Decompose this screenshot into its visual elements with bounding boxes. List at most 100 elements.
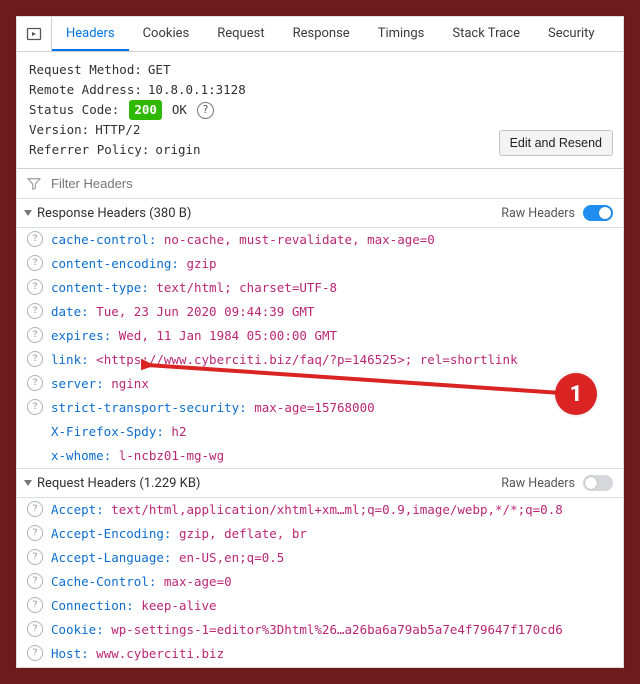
learn-more-icon[interactable]: ? [27,549,43,565]
response-headers-list: ? cache-control: no-cache, must-revalidat… [17,228,623,468]
tab-security[interactable]: Security [534,17,609,51]
request-headers-list: ? Accept: text/html,application/xhtml+xm…… [17,498,623,667]
header-row: ? cache-control: no-cache, must-revalidat… [17,228,623,252]
header-value: wp-settings-1=editor%3Dhtml%26…a26ba6a79… [111,622,563,637]
header-kv: Connection: keep-alive [51,596,611,616]
learn-more-icon[interactable]: ? [27,255,43,271]
summary-referrer-policy-value: origin [155,140,200,160]
edit-and-resend-button[interactable]: Edit and Resend [499,130,613,156]
raw-headers-toggle-response[interactable] [583,205,613,221]
learn-more-icon[interactable]: ? [27,573,43,589]
header-name: x-whome [51,448,104,463]
raw-headers-label: Raw Headers [501,206,575,221]
header-name: content-encoding [51,256,171,271]
header-name: link [51,352,81,367]
summary-request-method-value: GET [148,60,171,80]
status-help-icon[interactable]: ? [197,102,214,119]
header-row: ? strict-transport-security: max-age=1576… [17,396,623,420]
header-value: en-US,en;q=0.5 [179,550,284,565]
header-kv: Cache-Control: max-age=0 [51,572,611,592]
filter-headers-input[interactable] [49,175,613,192]
header-name: date [51,304,81,319]
header-value: www.cyberciti.biz [96,646,224,661]
devtools-panel: Headers Cookies Request Response Timings… [16,16,624,668]
headers-scroll-area: Response Headers (380 B) Raw Headers ? ca… [17,199,623,667]
header-kv: link: <https://www.cyberciti.biz/faq/?p=… [51,350,611,370]
filter-headers-row [17,169,623,199]
header-value: max-age=0 [164,574,232,589]
summary-version-value: HTTP/2 [95,120,140,140]
learn-more-icon[interactable]: ? [27,645,43,661]
header-name: Cache-Control [51,574,149,589]
filter-icon [27,177,41,191]
tabbar: Headers Cookies Request Response Timings… [17,17,623,52]
header-name: Connection [51,598,126,613]
header-kv: Accept: text/html,application/xhtml+xm…m… [51,500,611,520]
header-kv: cache-control: no-cache, must-revalidate… [51,230,611,250]
header-name: Accept-Encoding [51,526,164,541]
header-kv: X-Firefox-Spdy: h2 [51,422,611,442]
header-row: ? Accept-Language: en-US,en;q=0.5 [17,546,623,570]
header-row: ? content-encoding: gzip [17,252,623,276]
learn-more-icon[interactable]: ? [27,303,43,319]
summary-status-text: OK [172,100,187,120]
learn-more-icon[interactable]: ? [27,375,43,391]
tab-response[interactable]: Response [279,17,364,51]
header-name: server [51,376,96,391]
header-kv: content-encoding: gzip [51,254,611,274]
header-row: ? Cookie: wp-settings-1=editor%3Dhtml%26…… [17,618,623,642]
header-kv: Accept-Language: en-US,en;q=0.5 [51,548,611,568]
response-headers-section-header[interactable]: Response Headers (380 B) Raw Headers [17,199,623,228]
header-value: <https://www.cyberciti.biz/faq/?p=146525… [96,352,517,367]
learn-more-icon[interactable]: ? [27,399,43,415]
learn-more-icon[interactable]: ? [27,501,43,517]
tab-cookies[interactable]: Cookies [129,17,204,51]
request-headers-title: Request Headers (1.229 KB) [37,476,200,491]
tab-request[interactable]: Request [203,17,278,51]
header-row: ? Connection: keep-alive [17,594,623,618]
header-value: no-cache, must-revalidate, max-age=0 [164,232,435,247]
header-value: max-age=15768000 [254,400,374,415]
header-row: ?Accept-Encoding: gzip, deflate, br [17,522,623,546]
learn-more-icon[interactable]: ? [27,327,43,343]
header-row: x-whome: l-ncbz01-mg-wg [17,444,623,468]
learn-more-icon[interactable]: ? [27,525,43,541]
header-kv: expires: Wed, 11 Jan 1984 05:00:00 GMT [51,326,611,346]
header-row: ? expires: Wed, 11 Jan 1984 05:00:00 GMT [17,324,623,348]
header-row: ? Accept: text/html,application/xhtml+xm…… [17,498,623,522]
header-row: X-Firefox-Spdy: h2 [17,420,623,444]
header-value: nginx [111,376,149,391]
header-name: X-Firefox-Spdy [51,424,156,439]
summary-status-code-label: Status Code: [29,100,119,120]
raw-headers-toggle-request[interactable] [583,475,613,491]
summary-version-label: Version: [29,120,89,140]
toggle-pane-icon[interactable] [17,17,52,51]
learn-more-icon[interactable]: ? [27,597,43,613]
tab-timings[interactable]: Timings [364,17,439,51]
header-kv: strict-transport-security: max-age=15768… [51,398,611,418]
treetwisty-icon [24,480,32,486]
header-name: Host [51,646,81,661]
tab-stack-trace[interactable]: Stack Trace [438,17,534,51]
request-headers-section-header[interactable]: Request Headers (1.229 KB) Raw Headers [17,468,623,498]
tab-headers[interactable]: Headers [52,17,129,51]
learn-more-icon[interactable]: ? [27,621,43,637]
header-row: ?Referer: https://www.google.com/ [17,666,623,667]
summary-request-method-label: Request Method: [29,60,142,80]
header-value: text/html,application/xhtml+xm…ml;q=0.9,… [111,502,563,517]
learn-more-icon[interactable]: ? [27,351,43,367]
header-row: ?content-type: text/html; charset=UTF-8 [17,276,623,300]
header-row: ?Host: www.cyberciti.biz [17,642,623,666]
header-kv: Cookie: wp-settings-1=editor%3Dhtml%26…a… [51,620,611,640]
header-row: ?server: nginx [17,372,623,396]
learn-more-icon[interactable]: ? [27,279,43,295]
header-name: cache-control [51,232,149,247]
header-value: gzip [186,256,216,271]
panel-icon [26,26,42,42]
summary-referrer-policy-label: Referrer Policy: [29,140,149,160]
summary-remote-address-value: 10.8.0.1:3128 [148,80,246,100]
header-name: expires [51,328,104,343]
learn-more-icon[interactable]: ? [27,231,43,247]
header-kv: x-whome: l-ncbz01-mg-wg [51,446,611,466]
header-row: ? link: <https://www.cyberciti.biz/faq/?p… [17,348,623,372]
